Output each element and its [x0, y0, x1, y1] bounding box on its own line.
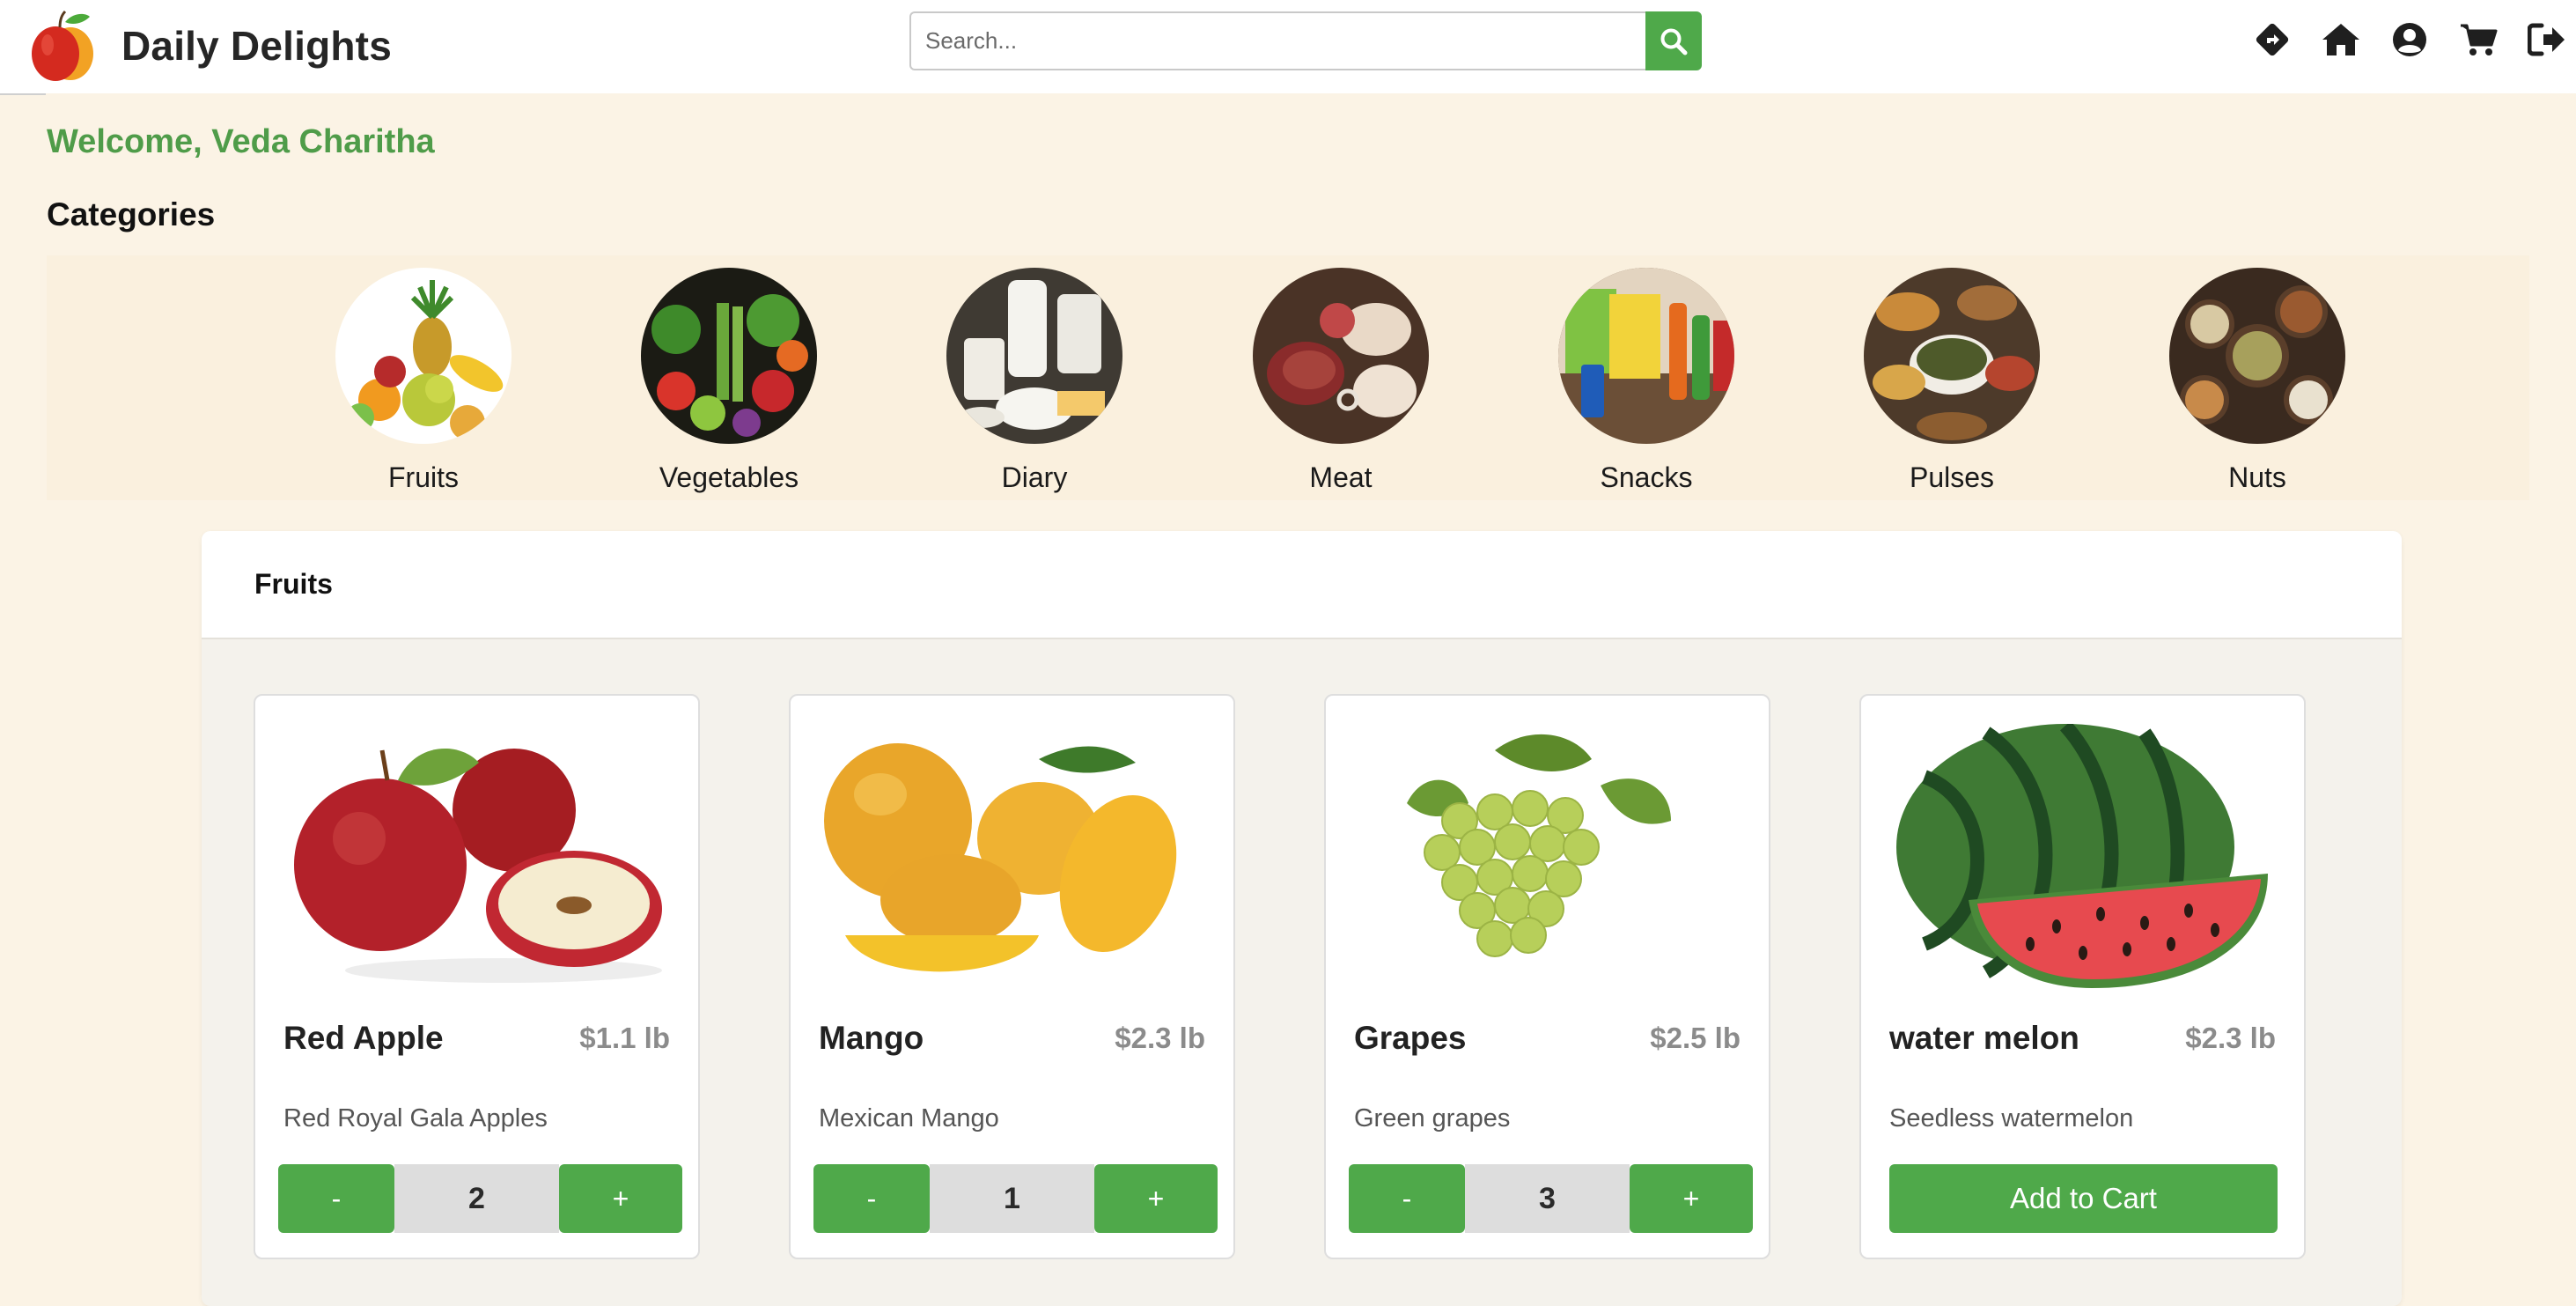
- product-description: Red Royal Gala Apples: [283, 1104, 548, 1133]
- search-bar: [909, 11, 1702, 70]
- header-divider: [0, 93, 46, 95]
- category-meat[interactable]: Meat: [1226, 268, 1455, 494]
- nuts-category-image: [2169, 268, 2345, 444]
- dairy-category-image: [946, 268, 1122, 444]
- product-price: $2.3 lb: [1115, 1022, 1205, 1054]
- products-panel: Fruits Red Apple $1.1 lb Red Royal Gala …: [202, 531, 2402, 1306]
- product-card: water melon $2.3 lb Seedless watermelon …: [1859, 694, 2306, 1259]
- category-label: Fruits: [388, 461, 459, 493]
- category-fruits[interactable]: Fruits: [309, 268, 538, 494]
- product-price: $2.3 lb: [2185, 1022, 2276, 1054]
- nav-icons: [2250, 18, 2569, 62]
- brand[interactable]: Daily Delights: [26, 4, 392, 88]
- category-label: Nuts: [2228, 461, 2286, 493]
- cart-icon: [2461, 24, 2498, 55]
- top-navbar: Daily Delights: [0, 0, 2576, 93]
- quantity-stepper: - 3 +: [1349, 1164, 1753, 1233]
- logout-icon: [2528, 23, 2565, 56]
- meat-category-image: [1253, 268, 1429, 444]
- increase-quantity-button[interactable]: +: [1094, 1164, 1218, 1233]
- snacks-category-image: [1558, 268, 1734, 444]
- apple-logo-icon: [32, 10, 93, 81]
- quantity-value: 3: [1465, 1164, 1630, 1233]
- increase-quantity-button[interactable]: +: [1630, 1164, 1753, 1233]
- product-price: $1.1 lb: [579, 1022, 670, 1054]
- logout-button[interactable]: [2525, 18, 2569, 62]
- fruits-category-image: [335, 268, 512, 444]
- quantity-value: 1: [930, 1164, 1094, 1233]
- add-to-cart-button[interactable]: Add to Cart: [1889, 1164, 2278, 1233]
- vegetables-category-image: [641, 268, 817, 444]
- cart-button[interactable]: [2456, 18, 2500, 62]
- product-name: Red Apple: [283, 1020, 444, 1056]
- product-price: $2.5 lb: [1650, 1022, 1741, 1054]
- directions-button[interactable]: [2250, 18, 2294, 62]
- decrease-quantity-button[interactable]: -: [1349, 1164, 1465, 1233]
- quantity-value: 2: [394, 1164, 559, 1233]
- product-description: Green grapes: [1354, 1104, 1511, 1133]
- category-label: Diary: [1001, 461, 1068, 493]
- account-button[interactable]: [2388, 18, 2432, 62]
- product-card: Grapes $2.5 lb Green grapes - 3 +: [1324, 694, 1770, 1259]
- product-card: Mango $2.3 lb Mexican Mango - 1 +: [789, 694, 1235, 1259]
- home-button[interactable]: [2319, 18, 2363, 62]
- product-description: Seedless watermelon: [1889, 1104, 2134, 1133]
- quantity-stepper: - 2 +: [278, 1164, 682, 1233]
- search-button[interactable]: [1645, 11, 1702, 70]
- increase-quantity-button[interactable]: +: [559, 1164, 682, 1233]
- product-image: [819, 724, 1207, 988]
- product-name: Mango: [819, 1020, 924, 1056]
- pulses-category-image: [1864, 268, 2040, 444]
- product-image: [1889, 724, 2278, 988]
- quantity-stepper: - 1 +: [813, 1164, 1218, 1233]
- category-label: Pulses: [1909, 461, 1995, 493]
- product-card: Red Apple $1.1 lb Red Royal Gala Apples …: [254, 694, 700, 1259]
- welcome-message: Welcome, Veda Charitha: [47, 123, 435, 160]
- category-vegetables[interactable]: Vegetables: [615, 268, 843, 494]
- search-icon: [1660, 28, 1688, 55]
- category-label: Snacks: [1600, 461, 1693, 493]
- product-name: Grapes: [1354, 1020, 1467, 1056]
- decrease-quantity-button[interactable]: -: [813, 1164, 930, 1233]
- home-icon: [2322, 24, 2359, 55]
- product-image: [1354, 724, 1742, 988]
- product-name: water melon: [1889, 1020, 2079, 1056]
- panel-header: Fruits: [202, 531, 2402, 639]
- product-image: [283, 724, 672, 988]
- decrease-quantity-button[interactable]: -: [278, 1164, 394, 1233]
- category-label: Meat: [1309, 461, 1373, 493]
- user-account-icon: [2393, 23, 2426, 56]
- diamond-direction-icon: [2256, 23, 2289, 56]
- category-label: Vegetables: [659, 461, 799, 493]
- category-nuts[interactable]: Nuts: [2143, 268, 2372, 494]
- section-title: Fruits: [254, 568, 333, 600]
- category-dairy[interactable]: Diary: [920, 268, 1149, 494]
- search-input[interactable]: [909, 11, 1645, 70]
- product-description: Mexican Mango: [819, 1104, 999, 1133]
- brand-name: Daily Delights: [121, 23, 392, 69]
- category-snacks[interactable]: Snacks: [1532, 268, 1761, 494]
- categories-heading: Categories: [47, 196, 216, 232]
- category-pulses[interactable]: Pulses: [1837, 268, 2066, 494]
